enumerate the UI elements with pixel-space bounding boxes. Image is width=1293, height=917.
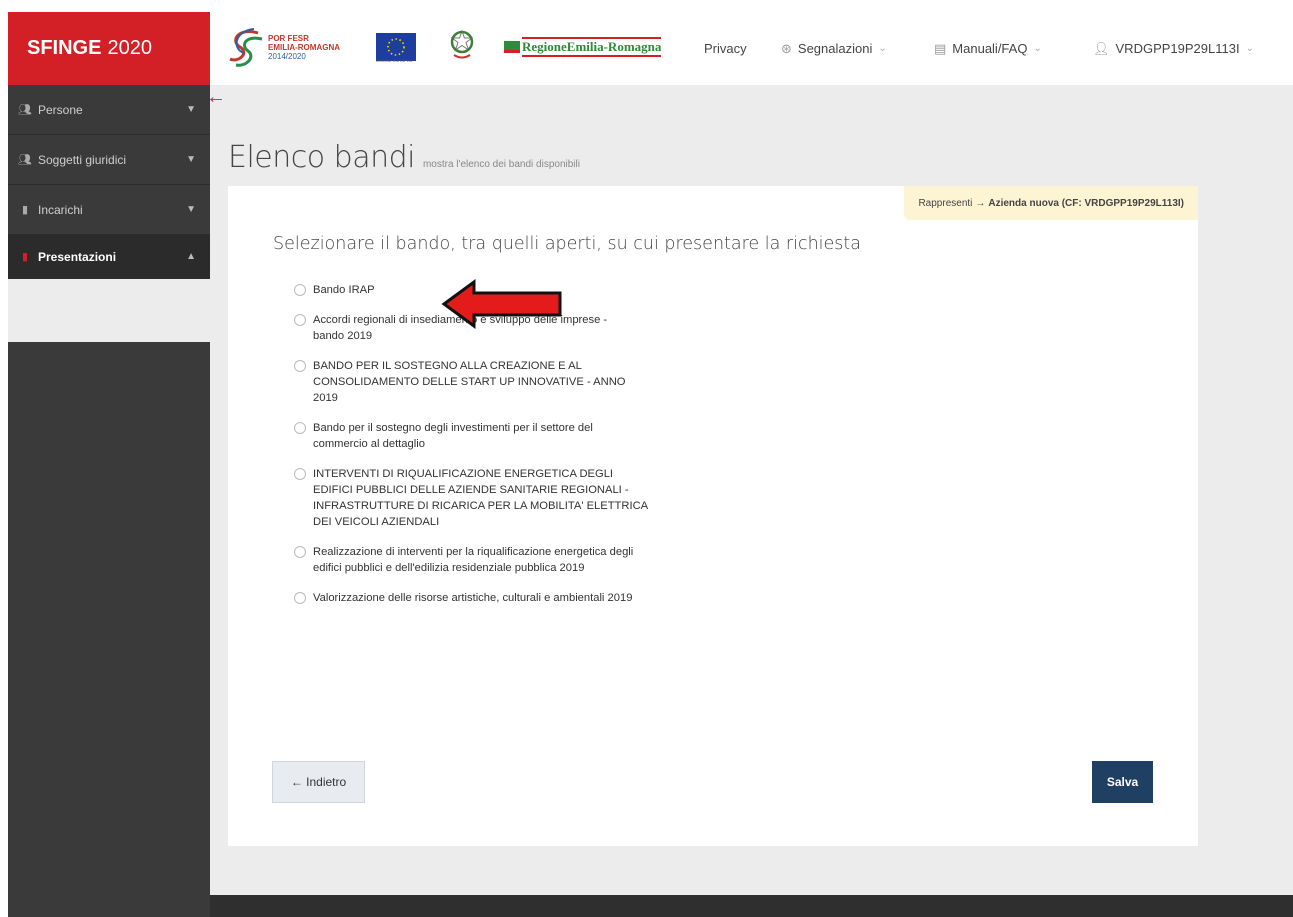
- rappresenti-value: Azienda nuova (CF: VRDGPP19P29L113I): [988, 197, 1184, 209]
- radio-button[interactable]: [294, 314, 306, 326]
- rappresenti-badge: Rappresenti → Azienda nuova (CF: VRDGPP1…: [904, 186, 1198, 220]
- chevron-down-icon: ⌄: [878, 43, 887, 54]
- page-title: Elenco bandi mostra l'elenco dei bandi d…: [228, 140, 580, 175]
- por-fesr-logo: POR FESR EMILIA-ROMAGNA 2014/2020: [228, 27, 340, 67]
- nav-segnalazioni-label: Segnalazioni: [797, 41, 873, 56]
- eu-logo-caption: UNIONE EUROPEA: [376, 58, 413, 63]
- user-icon: 👤︎: [1093, 40, 1110, 56]
- regione-emilia-romagna-logo: RegioneEmilia-Romagna: [504, 37, 662, 57]
- brand-year: 2020: [107, 37, 152, 59]
- red-arrow-annotation-icon: [441, 279, 562, 329]
- chevron-down-icon: ▼: [186, 204, 196, 215]
- bando-label: INTERVENTI DI RIQUALIFICAZIONE ENERGETIC…: [313, 468, 648, 528]
- nav-manuali[interactable]: ▤ Manuali/FAQ ⌄: [934, 12, 1042, 85]
- partner-logos: POR FESR EMILIA-ROMAGNA 2014/2020 Region…: [228, 24, 662, 70]
- users-icon: 👥︎: [18, 154, 32, 166]
- sidebar-item-label: Incarichi: [38, 202, 83, 217]
- book-icon: ▤: [934, 40, 947, 56]
- nav-privacy-label: Privacy: [704, 41, 747, 56]
- chevron-down-icon: ▼: [186, 104, 196, 115]
- bando-label: Bando IRAP: [313, 284, 375, 296]
- page-title-text: Elenco bandi: [228, 140, 415, 175]
- brand-logo[interactable]: SFINGE 2020: [8, 12, 210, 85]
- bando-option[interactable]: BANDO PER IL SOSTEGNO ALLA CREAZIONE E A…: [294, 358, 654, 406]
- rappresenti-prefix: Rappresenti: [918, 197, 973, 209]
- back-button[interactable]: ← Indietro: [272, 761, 365, 803]
- italian-emblem-icon: [450, 29, 474, 66]
- chevron-down-icon: ▼: [186, 154, 196, 165]
- sidebar-item-persone[interactable]: 👥︎ Persone ▼: [8, 85, 210, 135]
- bando-option[interactable]: Bando per il sostegno degli investimenti…: [294, 420, 654, 452]
- nav-manuali-label: Manuali/FAQ: [952, 41, 1028, 56]
- por-fesr-swirl-icon: [229, 28, 263, 67]
- nav-segnalazioni[interactable]: ⊛ Segnalazioni ⌄: [781, 12, 887, 85]
- bando-label: Realizzazione di interventi per la riqua…: [313, 546, 634, 574]
- sidebar-item-label: Persone: [38, 102, 83, 117]
- bando-label: Bando per il sostegno degli investimenti…: [313, 422, 593, 450]
- nav-user-label: VRDGPP19P29L113I: [1115, 41, 1240, 56]
- nav-user-menu[interactable]: 👤︎ VRDGPP19P29L113I ⌄: [1093, 12, 1254, 85]
- file-icon: ▮: [21, 204, 29, 216]
- por-line3: 2014/2020: [268, 51, 306, 61]
- bando-label: Valorizzazione delle risorse artistiche,…: [313, 592, 633, 604]
- bando-option[interactable]: INTERVENTI DI RIQUALIFICAZIONE ENERGETIC…: [294, 466, 654, 530]
- radio-button[interactable]: [294, 360, 306, 372]
- page-subtitle: mostra l'elenco dei bandi disponibili: [422, 159, 580, 170]
- top-header: SFINGE 2020 POR FESR EMILIA-ROMAGNA 2014…: [8, 12, 1293, 85]
- sidebar-submenu: [8, 279, 210, 342]
- bando-option[interactable]: Realizzazione di interventi per la riqua…: [294, 544, 654, 576]
- footer-bar: [210, 895, 1293, 917]
- chevron-up-icon: ▲: [186, 251, 196, 262]
- sidebar-item-label: Soggetti giuridici: [38, 152, 127, 167]
- nav-privacy[interactable]: Privacy: [704, 12, 747, 85]
- rer-logo-text: RegioneEmilia-Romagna: [522, 37, 662, 57]
- sidebar-item-incarichi[interactable]: ▮ Incarichi ▼: [8, 185, 210, 235]
- chevron-down-icon: ⌄: [1245, 43, 1254, 54]
- sidebar: 👥︎ Persone ▼ 👥︎ Soggetti giuridici ▼ ▮ I…: [8, 85, 210, 917]
- save-button[interactable]: Salva: [1092, 761, 1153, 803]
- radio-button[interactable]: [294, 284, 306, 296]
- bandi-radio-list: Bando IRAP Accordi regionali di insediam…: [294, 282, 654, 620]
- bando-label: BANDO PER IL SOSTEGNO ALLA CREAZIONE E A…: [313, 360, 626, 404]
- sidebar-item-soggetti-giuridici[interactable]: 👥︎ Soggetti giuridici ▼: [8, 135, 210, 185]
- rer-flag-icon: [504, 41, 520, 53]
- main-panel: Rappresenti → Azienda nuova (CF: VRDGPP1…: [228, 186, 1198, 846]
- bando-option[interactable]: Valorizzazione delle risorse artistiche,…: [294, 590, 654, 606]
- por-line2: EMILIA-ROMAGNA: [268, 42, 340, 52]
- radio-button[interactable]: [294, 546, 306, 558]
- brand-name: SFINGE: [27, 37, 102, 59]
- sidebar-item-presentazioni[interactable]: ▮ Presentazioni ▲: [8, 235, 210, 279]
- file-icon: ▮: [21, 251, 29, 263]
- arrow-right-icon: →: [975, 197, 986, 209]
- radio-button[interactable]: [294, 468, 306, 480]
- panel-heading: Selezionare il bando, tra quelli aperti,…: [273, 234, 862, 254]
- sidebar-item-label: Presentazioni: [38, 249, 117, 264]
- radio-button[interactable]: [294, 422, 306, 434]
- lifebuoy-icon: ⊛: [781, 40, 792, 56]
- sidebar-background: [8, 342, 210, 917]
- radio-button[interactable]: [294, 592, 306, 604]
- chevron-down-icon: ⌄: [1033, 43, 1042, 54]
- red-arrow-left-icon: ←: [206, 86, 226, 108]
- por-line1: POR FESR: [268, 33, 309, 43]
- eu-flag-icon: [376, 33, 416, 61]
- users-icon: 👥︎: [18, 104, 32, 116]
